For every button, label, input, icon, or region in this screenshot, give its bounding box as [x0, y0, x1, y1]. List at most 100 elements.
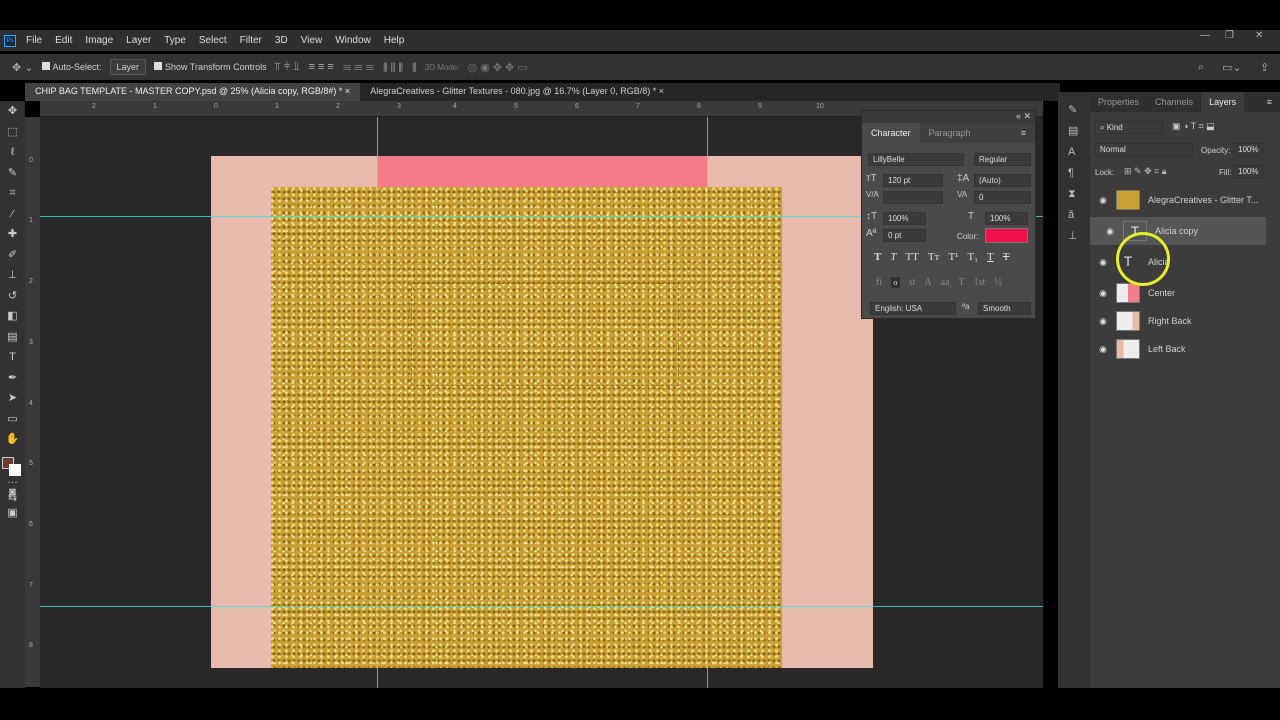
contextual-alternates-button[interactable]: ℴ [891, 277, 900, 288]
menu-edit[interactable]: Edit [55, 35, 72, 46]
clone-source-icon[interactable]: ⊥ [1068, 226, 1090, 247]
eye-icon[interactable]: ◉ [1090, 344, 1116, 355]
close-tab-icon[interactable]: × [345, 86, 350, 96]
tab-paragraph[interactable]: Paragraph [920, 128, 980, 138]
titling-alternates-button[interactable]: T [959, 277, 965, 288]
eye-icon[interactable]: ◉ [1090, 288, 1116, 299]
underline-button[interactable]: T [987, 251, 994, 263]
lock-icons[interactable]: ⊞ ✎ ✥ ⌗ 🔒︎ [1124, 166, 1166, 177]
hand-tool-icon[interactable]: ✋ [0, 429, 25, 450]
history-panel-icon[interactable]: ⧗ [1068, 184, 1090, 205]
quick-select-icon[interactable]: ✎ [0, 163, 25, 184]
strikethrough-button[interactable]: T [1003, 251, 1010, 263]
guide-horizontal[interactable] [40, 606, 1043, 607]
tab-chip-bag-template[interactable]: CHIP BAG TEMPLATE - MASTER COPY.psd @ 25… [25, 83, 361, 101]
layer-select[interactable]: Layer [109, 59, 147, 75]
search-icon[interactable]: ⌕ [1198, 61, 1204, 74]
close-icon[interactable]: ✕ [1255, 30, 1263, 41]
shape-tool-icon[interactable]: ▭ [0, 409, 25, 430]
menu-filter[interactable]: Filter [240, 35, 262, 46]
restore-icon[interactable]: ❐ [1225, 30, 1234, 41]
horizontal-scale-input[interactable]: 100% [985, 212, 1028, 225]
pen-tool-icon[interactable]: ✒ [0, 368, 25, 389]
eye-icon[interactable]: ◉ [1090, 257, 1116, 268]
brush-tool-icon[interactable]: ✐ [0, 245, 25, 266]
fractions-button[interactable]: ½ [994, 277, 1002, 288]
panel-menu-icon[interactable]: ≡ [1259, 97, 1280, 107]
tab-channels[interactable]: Channels [1147, 97, 1201, 107]
text-bounding-box[interactable] [411, 283, 679, 386]
faux-bold-button[interactable]: T [874, 251, 881, 263]
collapse-close-icon[interactable]: « ✕ [1016, 111, 1031, 122]
marquee-tool-icon[interactable]: ⬚ [0, 122, 25, 143]
brush-panel-icon[interactable]: ✎ [1068, 100, 1090, 121]
tab-layers[interactable]: Layers [1201, 92, 1245, 112]
layer-row[interactable]: ◉ Right Back [1090, 307, 1266, 335]
layer-kind-filter[interactable]: ⌕ Kind [1095, 121, 1163, 134]
guide-vertical[interactable] [377, 117, 378, 688]
close-tab-icon[interactable]: × [659, 86, 664, 96]
superscript-button[interactable]: T¹ [948, 251, 958, 263]
menu-type[interactable]: Type [164, 35, 186, 46]
ligatures-button[interactable]: fi [876, 277, 882, 288]
minimize-icon[interactable]: — [1200, 30, 1210, 41]
layer-row[interactable]: ◉ AlegraCreatives - Glitter T... [1090, 186, 1266, 214]
menu-3d[interactable]: 3D [275, 35, 288, 46]
small-caps-button[interactable]: Tт [928, 251, 940, 263]
blend-mode-select[interactable]: Normal [1095, 143, 1193, 156]
workspace-icon[interactable]: ▭⌄ [1222, 61, 1242, 74]
language-select[interactable]: English: USA [870, 302, 956, 315]
discretionary-ligatures-button[interactable]: st [909, 277, 916, 288]
leading-input[interactable]: (Auto) [974, 174, 1031, 187]
layer-row[interactable]: ◉ Left Back [1090, 335, 1266, 363]
baseline-shift-input[interactable]: 0 pt [883, 229, 926, 242]
screen-mode-icon[interactable]: ▣ [0, 503, 25, 524]
move-tool-icon[interactable]: ✥ [0, 101, 25, 122]
path-select-icon[interactable]: ➤ [0, 388, 25, 409]
subscript-button[interactable]: T₁ [967, 251, 978, 263]
quick-mask-icon[interactable]: ◙ [0, 482, 25, 503]
history-brush-icon[interactable]: ↺ [0, 286, 25, 307]
share-icon[interactable]: ⇪ [1260, 61, 1269, 74]
ordinals-button[interactable]: 1st [974, 277, 986, 288]
font-size-input[interactable]: 120 pt [883, 174, 943, 187]
layer-row[interactable]: ◉ Center [1090, 279, 1266, 307]
menu-help[interactable]: Help [384, 35, 405, 46]
menu-select[interactable]: Select [199, 35, 227, 46]
healing-brush-icon[interactable]: ✚ [0, 224, 25, 245]
faux-italic-button[interactable]: T [890, 251, 896, 263]
tab-character[interactable]: Character [862, 123, 920, 143]
paragraph-panel-icon[interactable]: ¶ [1068, 163, 1090, 184]
tab-properties[interactable]: Properties [1090, 97, 1147, 107]
show-transform-checkbox[interactable]: Show Transform Controls [154, 62, 267, 72]
menu-window[interactable]: Window [335, 35, 371, 46]
eye-icon[interactable]: ◉ [1097, 226, 1123, 237]
eyedropper-icon[interactable]: ⁄ [0, 204, 25, 225]
menu-view[interactable]: View [301, 35, 323, 46]
adjustments-panel-icon[interactable]: ▤ [1068, 121, 1090, 142]
type-tool-icon[interactable]: T [0, 347, 25, 368]
fill-input[interactable]: 100% [1233, 165, 1263, 178]
gradient-icon[interactable]: ▤ [0, 327, 25, 348]
eye-icon[interactable]: ◉ [1090, 316, 1116, 327]
menu-file[interactable]: File [26, 35, 42, 46]
anti-alias-select[interactable]: Smooth [978, 302, 1031, 315]
crop-tool-icon[interactable]: ⌗ [0, 183, 25, 204]
menu-image[interactable]: Image [85, 35, 113, 46]
tab-glitter-textures[interactable]: AlegraCreatives - Glitter Textures - 080… [360, 83, 674, 101]
all-caps-button[interactable]: TT [905, 251, 918, 263]
menu-layer[interactable]: Layer [126, 35, 151, 46]
move-tool-icon[interactable]: ✥ ⌄ [12, 61, 34, 74]
font-family-select[interactable]: LillyBelle [868, 153, 964, 166]
tracking-input[interactable]: 0 [974, 191, 1031, 204]
character-panel-icon[interactable]: A [1068, 142, 1090, 163]
layer-row[interactable]: ◉ T Alicia copy [1090, 217, 1266, 245]
guide-vertical[interactable] [707, 117, 708, 688]
kerning-input[interactable] [883, 191, 943, 204]
glyphs-panel-icon[interactable]: ǎ [1068, 205, 1090, 226]
stamp-tool-icon[interactable]: ⊥ [0, 265, 25, 286]
eye-icon[interactable]: ◉ [1090, 195, 1116, 206]
vertical-scale-input[interactable]: 100% [883, 212, 926, 225]
background-color-swatch[interactable] [9, 464, 21, 476]
filter-icons[interactable]: ▣ ◑ T ⌗ ⬓ [1172, 121, 1215, 132]
